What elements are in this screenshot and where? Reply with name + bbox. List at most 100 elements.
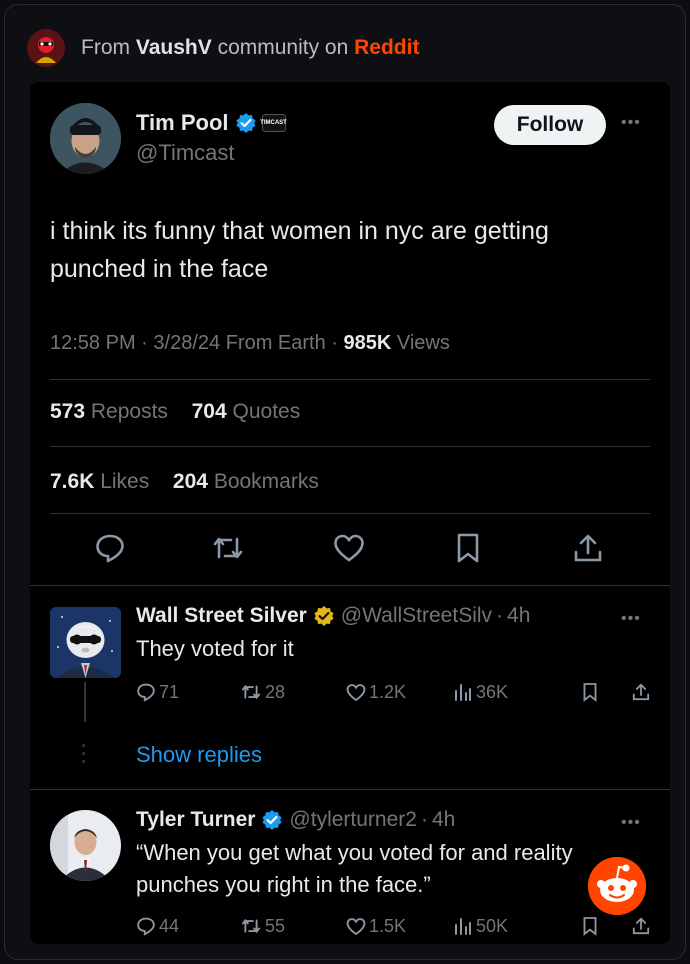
more-options-icon[interactable]: ••• (621, 814, 641, 832)
source-text: From VaushV community on Reddit (81, 36, 419, 60)
reposts-label: Reposts (90, 400, 168, 423)
reply-avatar[interactable] (50, 810, 121, 881)
verified-badge-icon (262, 810, 283, 830)
tweet-date[interactable]: 3/28/24 (153, 332, 220, 354)
divider (30, 585, 670, 586)
bookmarks-link[interactable]: 204 Bookmarks (173, 470, 319, 493)
reply-share-button[interactable] (632, 678, 650, 706)
likes-label: Likes (100, 470, 150, 493)
thread-line (84, 682, 86, 722)
reply-count: 71 (159, 681, 180, 702)
reply-time[interactable]: 4h (432, 808, 455, 832)
tweet-card: Tim Pool TIMCAST @Timcast Follow ••• i t… (30, 82, 670, 944)
verified-badge-icon (235, 113, 256, 133)
quotes-label: Quotes (232, 400, 301, 423)
heart-icon (334, 534, 364, 562)
reply-display-name[interactable]: Wall Street Silver (136, 604, 307, 628)
repost-stats: 573 Reposts 704 Quotes (50, 400, 300, 424)
tweet-time[interactable]: 12:58 PM (50, 332, 136, 354)
follow-button[interactable]: Follow (494, 105, 606, 145)
affiliate-badge-icon[interactable]: TIMCAST (260, 114, 287, 132)
thread-dots (82, 744, 86, 766)
reposts-link[interactable]: 573 Reposts (50, 400, 168, 423)
bookmark-icon (457, 533, 479, 563)
like-count: 1.5K (369, 915, 407, 936)
reply-share-button[interactable] (632, 912, 650, 940)
reply-actions: 71 28 1.2K 36K (136, 678, 656, 706)
reply-text: “When you get what you voted for and rea… (136, 840, 573, 897)
reply-avatar[interactable] (50, 607, 121, 678)
tweet-source: From Earth (225, 332, 326, 354)
like-button[interactable] (331, 530, 367, 566)
author-name-row: Tim Pool TIMCAST (136, 110, 287, 136)
more-options-icon[interactable]: ••• (621, 114, 641, 132)
affiliate-badge-text: TIMCAST (260, 120, 287, 126)
author-handle[interactable]: @Timcast (136, 140, 235, 166)
reply-reply-button[interactable]: 44 (136, 912, 179, 940)
quotes-link[interactable]: 704 Quotes (192, 400, 301, 423)
share-icon (632, 683, 650, 701)
author-avatar[interactable] (50, 103, 121, 174)
author-display-name[interactable]: Tim Pool (136, 110, 229, 136)
reply-name-row: Wall Street Silver @WallStreetSilv · 4h (136, 604, 530, 628)
reply-handle[interactable]: @tylerturner2 (289, 808, 417, 832)
quotes-count: 704 (191, 400, 227, 423)
subreddit-avatar[interactable] (27, 29, 65, 67)
divider (50, 513, 650, 514)
community-link[interactable]: VaushV (136, 36, 212, 59)
bookmarks-label: Bookmarks (213, 470, 319, 493)
heart-icon (346, 683, 366, 701)
like-stats: 7.6K Likes 204 Bookmarks (50, 470, 319, 494)
divider (30, 789, 670, 790)
bookmark-icon (583, 683, 597, 702)
reply-text: They voted for it (136, 636, 294, 661)
views-chart-icon (455, 918, 471, 935)
reply-views-button[interactable]: 36K (453, 678, 508, 706)
reply-repost-button[interactable]: 28 (240, 678, 285, 706)
repost-button[interactable] (210, 530, 246, 566)
reply-reply-button[interactable]: 71 (136, 678, 179, 706)
reply-count: 44 (159, 915, 180, 936)
views-count: 50K (476, 915, 509, 936)
separator-dot: · (496, 604, 504, 627)
source-prefix: From (81, 36, 130, 59)
post-frame: From VaushV community on Reddit Tim Pool (4, 4, 686, 960)
reply-repost-button[interactable]: 55 (240, 912, 285, 940)
reply-like-button[interactable]: 1.2K (346, 678, 406, 706)
reddit-logo-icon[interactable] (588, 857, 646, 915)
reply-time[interactable]: 4h (507, 604, 530, 628)
likes-link[interactable]: 7.6K Likes (50, 470, 149, 493)
verified-gold-badge-icon (314, 606, 334, 626)
source-bar: From VaushV community on Reddit (27, 29, 419, 67)
share-icon (632, 917, 650, 935)
reply-handle[interactable]: @WallStreetSilv (341, 604, 492, 628)
reply-icon (96, 534, 124, 563)
share-button[interactable] (570, 530, 606, 566)
reply-bookmark-button[interactable] (582, 678, 598, 706)
repost-icon (241, 684, 261, 700)
source-middle: community on (217, 36, 349, 59)
reply-actions: 44 55 1.5K 50K (136, 912, 656, 940)
reply-views-button[interactable]: 50K (453, 912, 508, 940)
show-replies-link[interactable]: Show replies (136, 742, 262, 768)
tweet-meta: 12:58 PM · 3/28/24 From Earth · 985K Vie… (50, 332, 450, 354)
platform-link[interactable]: Reddit (354, 36, 419, 59)
separator-dot: · (420, 808, 428, 831)
views-count: 985K (343, 332, 392, 354)
views-label: Views (396, 332, 450, 354)
repost-icon (241, 918, 261, 934)
likes-count: 7.6K (50, 470, 95, 493)
reply-button[interactable] (92, 530, 128, 566)
reply-name-row: Tyler Turner @tylerturner2 · 4h (136, 808, 455, 832)
share-icon (574, 534, 602, 562)
bookmark-button[interactable] (450, 530, 486, 566)
reply-display-name[interactable]: Tyler Turner (136, 808, 255, 832)
reply-bookmark-button[interactable] (582, 912, 598, 940)
more-options-icon[interactable]: ••• (621, 610, 641, 628)
heart-icon (346, 917, 366, 935)
tweet-text: i think its funny that women in nyc are … (50, 217, 549, 283)
bookmark-icon (583, 917, 597, 936)
repost-count: 55 (265, 915, 286, 936)
views-count: 36K (476, 681, 509, 702)
reply-like-button[interactable]: 1.5K (346, 912, 406, 940)
